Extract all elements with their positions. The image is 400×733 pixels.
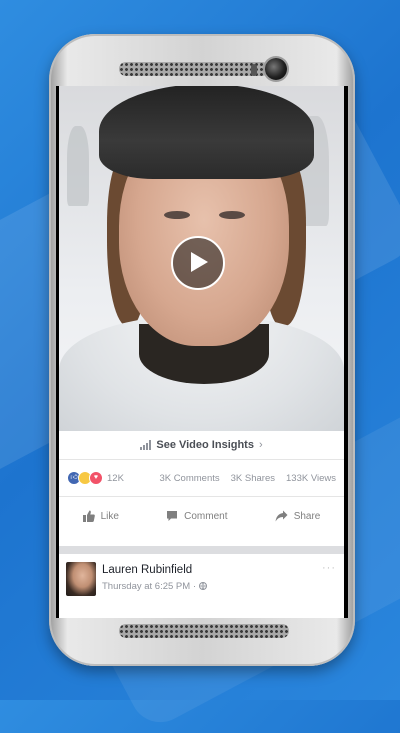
post-timestamp[interactable]: Thursday at 6:25 PM <box>102 581 190 592</box>
comment-icon <box>167 511 178 521</box>
phone-screen: See Video Insights › 👍︎ ♥ 12K 3K Comment… <box>56 86 348 618</box>
share-arrow-icon <box>275 510 288 522</box>
love-reaction-icon: ♥ <box>89 471 103 485</box>
video-frame-detail <box>99 86 314 179</box>
share-label: Share <box>293 510 321 522</box>
proximity-sensor <box>251 64 257 76</box>
author-name[interactable]: Lauren Rubinfield <box>102 564 192 576</box>
video-stats-card: See Video Insights › 👍︎ ♥ 12K 3K Comment… <box>59 431 344 546</box>
post-header: Lauren Rubinfield Thursday at 6:25 PM · … <box>59 554 344 618</box>
top-speaker-grille <box>119 62 269 76</box>
more-options-button[interactable]: ··· <box>322 562 336 574</box>
reactions-summary[interactable]: 👍︎ ♥ 12K <box>67 471 124 485</box>
like-label: Like <box>100 510 119 522</box>
play-button[interactable] <box>171 236 225 290</box>
comments-count[interactable]: 3K Comments <box>159 473 219 484</box>
like-button[interactable]: Like <box>82 510 119 522</box>
post-action-bar: Like Comment Share <box>59 497 344 535</box>
share-button[interactable]: Share <box>275 510 321 522</box>
reactions-count: 12K <box>107 472 124 484</box>
video-frame-detail <box>219 211 245 219</box>
video-frame-detail <box>164 211 190 219</box>
play-icon <box>191 252 208 272</box>
globe-icon <box>198 582 207 590</box>
post-meta: Thursday at 6:25 PM · <box>102 581 207 592</box>
thumbs-up-icon <box>82 510 95 522</box>
avatar[interactable] <box>66 562 96 596</box>
feed-separator <box>59 546 344 554</box>
front-camera <box>265 58 287 80</box>
shares-count[interactable]: 3K Shares <box>231 473 275 484</box>
insights-label: See Video Insights <box>156 439 254 451</box>
comment-button[interactable]: Comment <box>166 510 228 522</box>
bottom-speaker-grille <box>119 624 289 638</box>
video-player[interactable] <box>59 86 344 431</box>
engagement-stats: 👍︎ ♥ 12K 3K Comments 3K Shares 133K View… <box>59 460 344 497</box>
comment-label: Comment <box>184 510 228 522</box>
views-count[interactable]: 133K Views <box>286 473 336 484</box>
phone-frame: See Video Insights › 👍︎ ♥ 12K 3K Comment… <box>49 34 355 666</box>
see-video-insights-link[interactable]: See Video Insights › <box>59 431 344 460</box>
snowy-tree <box>67 126 89 206</box>
bars-chart-icon <box>140 440 152 450</box>
chevron-right-icon: › <box>258 439 263 451</box>
